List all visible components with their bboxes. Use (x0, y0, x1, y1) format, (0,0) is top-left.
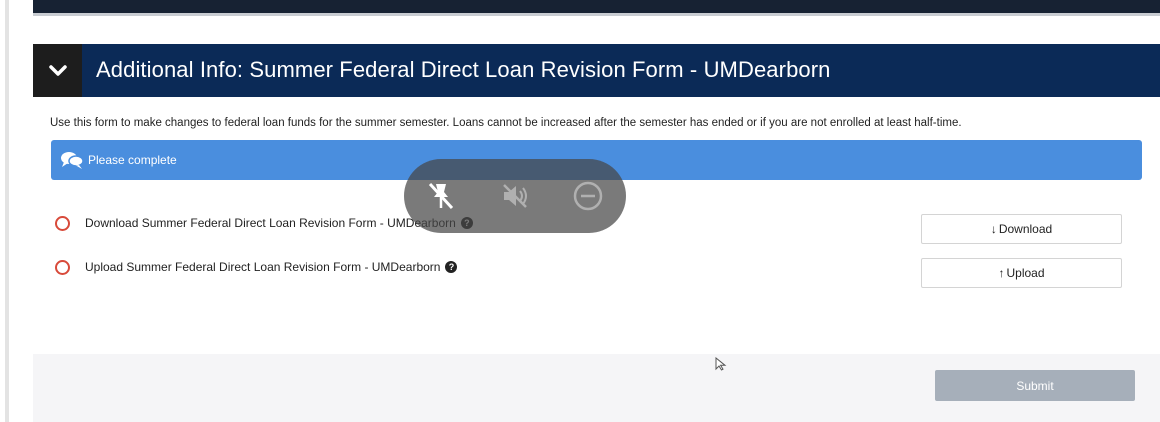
mouse-cursor-icon (715, 357, 727, 371)
additional-info-panel: Additional Info: Summer Federal Direct L… (33, 44, 1160, 422)
chat-bubbles-icon (61, 152, 84, 169)
upload-button[interactable]: ↑ Upload (921, 258, 1122, 288)
alert-text: Please complete (88, 153, 177, 167)
task-label: Upload Summer Federal Direct Loan Revisi… (85, 260, 441, 274)
download-button[interactable]: ↓ Download (921, 214, 1122, 244)
page: Additional Info: Summer Federal Direct L… (0, 0, 1160, 422)
pin-off-icon[interactable] (425, 180, 457, 212)
left-border (5, 0, 9, 422)
task-upload: Upload Summer Federal Direct Loan Revisi… (55, 258, 458, 276)
status-radio[interactable] (55, 215, 70, 231)
task-label: Download Summer Federal Direct Loan Revi… (85, 216, 456, 230)
help-icon[interactable]: ? (445, 261, 458, 273)
panel-header[interactable]: Additional Info: Summer Federal Direct L… (33, 44, 1160, 97)
status-radio[interactable] (55, 259, 70, 275)
media-controls-overlay (404, 159, 626, 233)
speaker-muted-icon[interactable] (499, 180, 531, 212)
collapse-toggle[interactable] (33, 44, 82, 97)
intro-text: Use this form to make changes to federal… (50, 117, 962, 129)
arrow-up-icon: ↑ (998, 266, 1005, 280)
arrow-down-icon: ↓ (990, 222, 997, 236)
chevron-down-icon (48, 64, 67, 76)
upload-button-label: Upload (1006, 266, 1045, 280)
panel-title: Additional Info: Summer Federal Direct L… (96, 57, 831, 82)
download-button-label: Download (998, 222, 1053, 236)
submit-button[interactable]: Submit (935, 370, 1135, 401)
previous-panel-header (33, 0, 1160, 16)
minus-circle-icon[interactable] (572, 180, 604, 212)
form-footer: Submit (33, 354, 1160, 422)
